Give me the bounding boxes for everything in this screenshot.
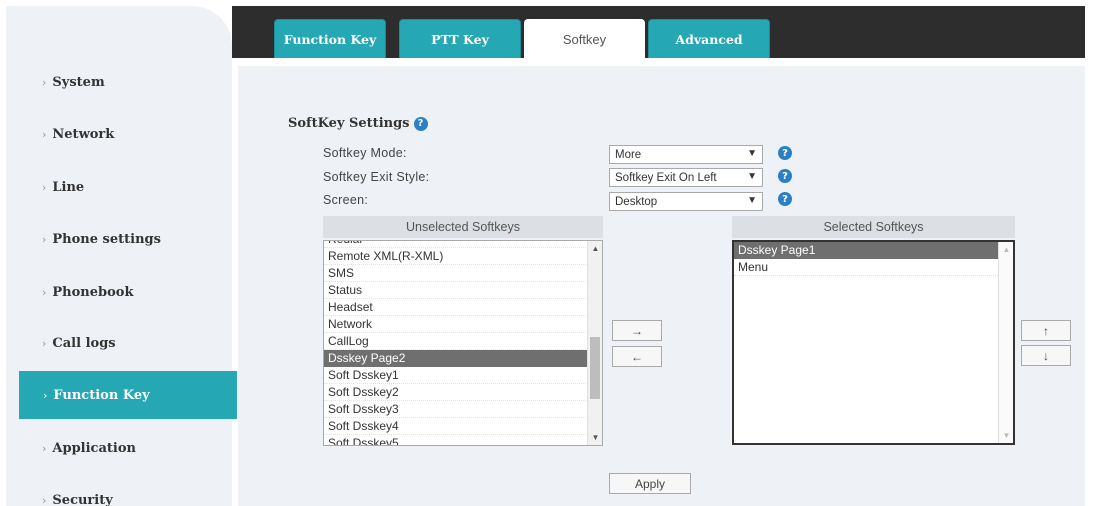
list-item[interactable]: Soft Dsskey3 [324, 401, 588, 418]
list-item[interactable]: CallLog [324, 333, 588, 350]
sidebar-item-label: System [52, 74, 105, 90]
chevron-down-icon: ▼ [747, 195, 757, 206]
list-item[interactable]: Soft Dsskey5 [324, 435, 588, 445]
help-icon[interactable]: ? [778, 192, 792, 206]
list-item[interactable]: Soft Dsskey2 [324, 384, 588, 401]
tab-label: PTT Key [431, 31, 489, 47]
tab-label: Softkey [562, 31, 607, 47]
sidebar-item-system[interactable]: › System [6, 58, 232, 106]
sidebar-item-label: Phonebook [52, 284, 134, 300]
screen-select[interactable]: Desktop ▼ [609, 192, 763, 211]
list-item[interactable]: Menu [734, 259, 1000, 276]
scrollbar[interactable]: ▲ ▼ [587, 241, 602, 445]
move-left-button[interactable]: ← [612, 346, 662, 367]
section-title: SoftKey Settings ? [288, 116, 428, 131]
chevron-right-icon: › [42, 232, 47, 246]
list-item[interactable]: Dsskey Page2 [324, 350, 588, 367]
list-item[interactable]: Dsskey Page1 [734, 242, 1000, 259]
apply-button[interactable]: Apply [609, 473, 691, 494]
chevron-right-icon: › [42, 75, 47, 89]
move-down-button[interactable]: ↓ [1021, 345, 1071, 366]
tab-softkey[interactable]: Softkey [524, 19, 645, 58]
move-right-button[interactable]: → [612, 320, 662, 341]
screen-value: Desktop [615, 195, 658, 208]
sidebar-item-network[interactable]: › Network [6, 110, 232, 158]
sidebar-item-line[interactable]: › Line [6, 163, 232, 211]
tab-label: Function Key [283, 31, 377, 47]
sidebar-item-label: Phone settings [52, 231, 161, 247]
list-item[interactable]: Remote XML(R-XML) [324, 248, 588, 265]
sidebar-item-label: Security [52, 492, 113, 506]
chevron-right-icon: › [42, 127, 47, 141]
chevron-right-icon: › [42, 180, 47, 194]
chevron-down-icon: ▼ [747, 148, 757, 159]
softkey-exit-style-label: Softkey Exit Style: [323, 170, 430, 184]
tab-bar: Function Key PTT Key Softkey Advanced [232, 6, 1085, 58]
scrollbar[interactable]: ▲ ▼ [998, 242, 1013, 443]
sidebar-item-label: Call logs [52, 335, 116, 351]
chevron-right-icon: › [42, 441, 47, 455]
list-item[interactable]: Status [324, 282, 588, 299]
chevron-right-icon: › [42, 285, 47, 299]
tab-function-key[interactable]: Function Key [274, 19, 386, 58]
scroll-up-icon[interactable]: ▲ [999, 245, 1013, 254]
chevron-right-icon: › [43, 388, 48, 402]
tab-ptt-key[interactable]: PTT Key [399, 19, 521, 58]
help-icon[interactable]: ? [413, 116, 428, 131]
help-icon[interactable]: ? [778, 146, 792, 160]
main-panel: SoftKey Settings ? Softkey Mode: More ▼ … [238, 66, 1085, 506]
sidebar-item-phonebook[interactable]: › Phonebook [6, 268, 232, 316]
chevron-down-icon: ▼ [747, 171, 757, 182]
list-item[interactable]: Soft Dsskey4 [324, 418, 588, 435]
scroll-down-icon[interactable]: ▼ [999, 431, 1013, 440]
unselected-softkeys-header: Unselected Softkeys [323, 216, 603, 238]
softkey-exit-style-select[interactable]: Softkey Exit On Left ▼ [609, 168, 763, 187]
softkey-mode-select[interactable]: More ▼ [609, 145, 763, 164]
softkey-mode-label: Softkey Mode: [323, 146, 407, 160]
move-up-button[interactable]: ↑ [1021, 320, 1071, 341]
sidebar-item-label: Function Key [53, 387, 150, 403]
list-item[interactable]: Headset [324, 299, 588, 316]
scroll-up-icon[interactable]: ▲ [588, 244, 602, 253]
list-item[interactable]: SMS [324, 265, 588, 282]
scroll-down-icon[interactable]: ▼ [588, 433, 602, 442]
softkey-exit-style-value: Softkey Exit On Left [615, 171, 717, 184]
sidebar-item-label: Application [52, 440, 136, 456]
sidebar-item-label: Network [52, 126, 115, 142]
sidebar-item-call-logs[interactable]: › Call logs [6, 319, 232, 367]
sidebar-item-function-key[interactable]: › Function Key [19, 371, 237, 419]
help-icon[interactable]: ? [778, 169, 792, 183]
chevron-right-icon: › [42, 493, 47, 506]
sidebar-item-phone-settings[interactable]: › Phone settings [6, 215, 232, 263]
unselected-softkeys-list[interactable]: RedialRemote XML(R-XML)SMSStatusHeadsetN… [323, 240, 603, 446]
sidebar-item-label: Line [52, 179, 85, 195]
selected-softkeys-header: Selected Softkeys [732, 216, 1015, 238]
scroll-thumb[interactable] [590, 337, 600, 399]
sidebar: › System › Network › Line › Phone settin… [6, 6, 237, 506]
list-item[interactable]: Redial [324, 241, 588, 248]
section-title-text: SoftKey Settings [288, 116, 410, 131]
sidebar-item-security[interactable]: › Security [6, 476, 232, 506]
list-item[interactable]: Soft Dsskey1 [324, 367, 588, 384]
screen-label: Screen: [323, 193, 369, 207]
sidebar-item-application[interactable]: › Application [6, 424, 232, 472]
tab-advanced[interactable]: Advanced [648, 19, 770, 58]
tab-label: Advanced [675, 31, 743, 47]
list-item[interactable]: Network [324, 316, 588, 333]
softkey-mode-value: More [615, 148, 642, 161]
chevron-right-icon: › [42, 336, 47, 350]
selected-softkeys-list[interactable]: Dsskey Page1 Menu ▲ ▼ [732, 240, 1015, 445]
